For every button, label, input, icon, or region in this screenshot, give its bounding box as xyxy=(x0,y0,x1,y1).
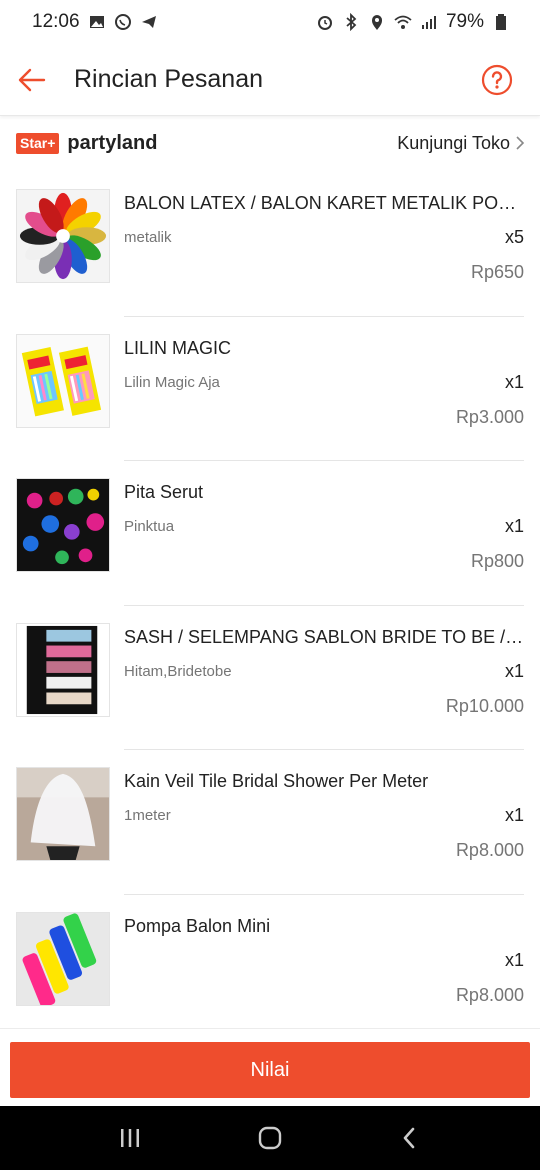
product-image xyxy=(16,622,110,717)
product-price: Rp3.000 xyxy=(455,406,524,427)
battery-percent: 79% xyxy=(445,11,484,32)
recent-apps-button[interactable] xyxy=(100,1106,160,1170)
product-quantity: x5 xyxy=(504,227,524,247)
back-button[interactable] xyxy=(0,44,64,116)
product-price: Rp8.000 xyxy=(455,984,524,1005)
visit-shop-link[interactable]: Kunjungi Toko xyxy=(397,133,526,154)
product-variant: metalik xyxy=(124,229,172,246)
signal-icon xyxy=(420,13,438,31)
ribbon-photo xyxy=(17,479,109,572)
product-quantity: x1 xyxy=(504,949,524,970)
product-name: LILIN MAGIC xyxy=(124,337,232,358)
list-item[interactable]: Pita Serut Pinktua x1 Rp800 xyxy=(0,461,540,606)
balloon-photo xyxy=(17,190,109,282)
product-price: Rp10.000 xyxy=(445,695,524,716)
product-name: Kain Veil Tile Bridal Shower Per Meter xyxy=(124,771,429,792)
visit-shop-label: Kunjungi Toko xyxy=(397,132,510,153)
product-variant: Lilin Magic Aja xyxy=(124,373,220,391)
pump-photo xyxy=(17,912,109,1005)
status-left: 12:06 xyxy=(32,11,158,33)
product-name: BALON LATEX / BALON KARET METALIK POLK..… xyxy=(124,193,524,213)
product-name: SASH / SELEMPANG SABLON BRIDE TO BE / G.… xyxy=(124,626,524,647)
status-time: 12:06 xyxy=(32,11,80,32)
list-item[interactable]: BALON LATEX / BALON KARET METALIK POLK..… xyxy=(0,172,540,317)
product-image xyxy=(16,333,110,428)
whatsapp-icon xyxy=(114,13,132,31)
system-nav-bar xyxy=(0,1106,540,1170)
recent-apps-icon xyxy=(121,1129,139,1147)
star-plus-badge: Star+ xyxy=(16,132,60,154)
product-image xyxy=(16,478,110,573)
product-quantity: x1 xyxy=(504,660,524,681)
wifi-icon xyxy=(394,13,412,31)
location-icon xyxy=(368,13,386,31)
product-name: Pita Serut xyxy=(124,482,204,503)
candle-photo xyxy=(17,334,109,427)
bluetooth-icon xyxy=(342,13,360,31)
product-variant: Hitam,Bridetobe xyxy=(124,662,232,680)
back-nav-button[interactable] xyxy=(380,1106,440,1170)
product-quantity: x1 xyxy=(504,805,524,826)
battery-icon xyxy=(492,13,510,31)
question-icon xyxy=(481,64,513,95)
status-bar: 12:06 79% xyxy=(0,0,540,44)
sash-photo xyxy=(17,623,109,716)
home-icon xyxy=(258,1126,282,1150)
product-price: Rp800 xyxy=(470,551,524,572)
product-name: Pompa Balon Mini xyxy=(124,915,271,936)
product-quantity: x1 xyxy=(504,371,524,392)
order-item-list: BALON LATEX / BALON KARET METALIK POLK..… xyxy=(0,172,540,1040)
shop-name[interactable]: partyland xyxy=(67,132,397,155)
list-item[interactable]: Kain Veil Tile Bridal Shower Per Meter 1… xyxy=(0,750,540,895)
arrow-left-icon xyxy=(18,68,46,91)
app-header: Rincian Pesanan xyxy=(0,44,540,116)
list-item[interactable]: Pompa Balon Mini x1 Rp8.000 xyxy=(0,895,540,1040)
telegram-icon xyxy=(140,13,158,31)
gallery-icon xyxy=(88,13,106,31)
product-quantity: x1 xyxy=(504,516,524,537)
back-icon xyxy=(403,1127,415,1149)
product-image xyxy=(16,189,110,283)
product-image xyxy=(16,767,110,862)
page-title: Rincian Pesanan xyxy=(74,65,264,93)
bottom-action-bar: Nilai xyxy=(0,1028,540,1106)
alarm-icon xyxy=(316,13,334,31)
status-right: 79% xyxy=(316,11,510,33)
list-item[interactable]: SASH / SELEMPANG SABLON BRIDE TO BE / G.… xyxy=(0,606,540,751)
product-image xyxy=(16,911,110,1006)
help-button[interactable] xyxy=(480,63,514,97)
product-price: Rp8.000 xyxy=(455,840,524,861)
rate-button[interactable]: Nilai xyxy=(10,1042,530,1098)
veil-photo xyxy=(17,768,109,861)
product-variant: Pinktua xyxy=(124,518,175,536)
list-item[interactable]: LILIN MAGIC Lilin Magic Aja x1 Rp3.000 xyxy=(0,317,540,462)
product-price: Rp650 xyxy=(470,262,524,282)
home-button[interactable] xyxy=(240,1106,300,1170)
shop-row: Star+ partyland Kunjungi Toko xyxy=(0,122,540,164)
product-variant: 1meter xyxy=(124,807,171,825)
chevron-right-icon xyxy=(516,136,525,150)
